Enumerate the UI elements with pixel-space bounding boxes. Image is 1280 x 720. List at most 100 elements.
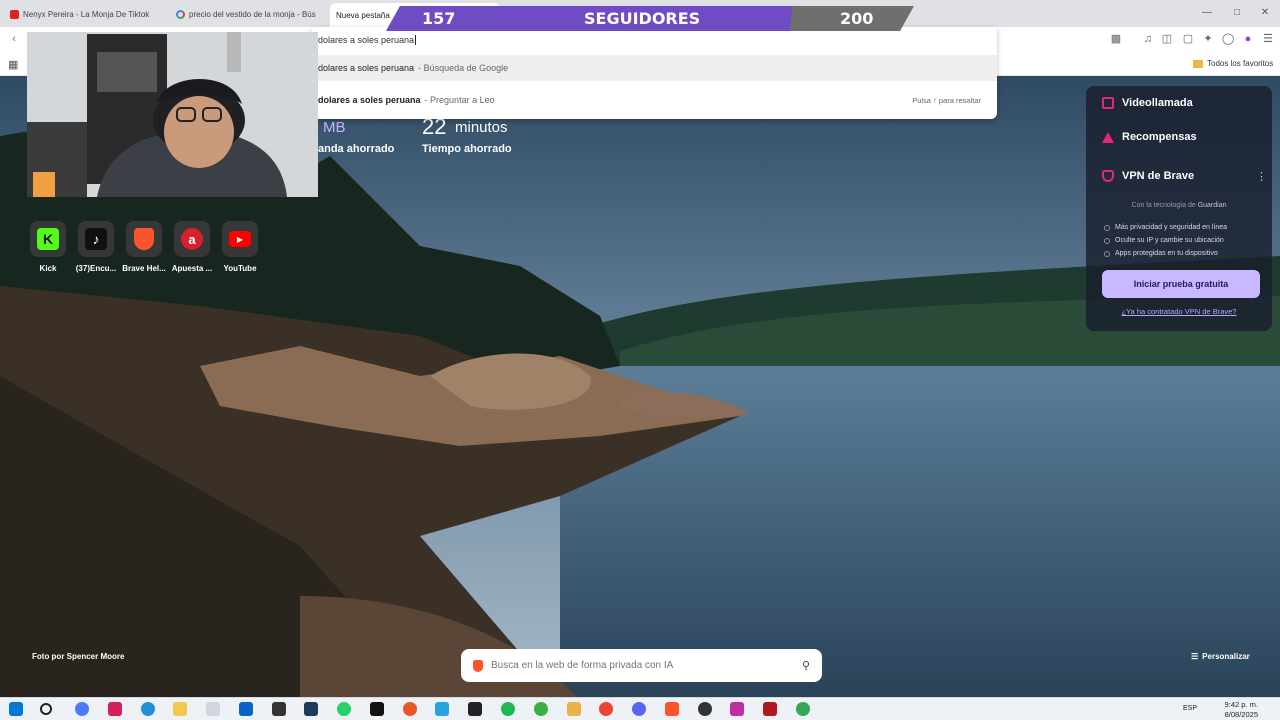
obs-icon[interactable] bbox=[272, 702, 286, 716]
clock-date: 8/08/2025 bbox=[1224, 710, 1258, 719]
suggestion-query: dolares a soles peruana bbox=[318, 63, 415, 73]
tab-title: precio del vestido de la monja - Bús bbox=[189, 9, 316, 19]
suggestion-google[interactable]: dolares a soles peruana - Búsqueda de Go… bbox=[312, 55, 997, 81]
sliders-icon: ☰ bbox=[1191, 652, 1199, 661]
search-icon[interactable]: ⚲ bbox=[802, 659, 810, 672]
capcut-icon[interactable] bbox=[370, 702, 384, 716]
terminal-icon[interactable] bbox=[468, 702, 482, 716]
omnibox-dropdown: dolares a soles peruana dolares a soles … bbox=[312, 27, 997, 119]
bandwidth-label: anda ahorrado bbox=[318, 143, 395, 155]
app-dark-icon[interactable] bbox=[698, 702, 712, 716]
top-site-label: Kick bbox=[39, 264, 57, 273]
app-green-icon[interactable] bbox=[534, 702, 548, 716]
all-bookmarks-folder[interactable]: Todos los favoritos bbox=[1193, 59, 1273, 68]
copilot-icon[interactable] bbox=[75, 702, 89, 716]
sidebar-icon[interactable]: ◫ bbox=[1161, 33, 1173, 45]
chrome-icon[interactable] bbox=[599, 702, 613, 716]
reader-icon[interactable]: ▩ bbox=[1110, 33, 1122, 45]
app-blue-icon[interactable] bbox=[435, 702, 449, 716]
more-options-icon[interactable]: ⋮ bbox=[1256, 170, 1267, 183]
search-icon[interactable] bbox=[40, 703, 52, 715]
all-bookmarks-label: Todos los favoritos bbox=[1207, 59, 1274, 68]
top-site-apuesta[interactable]: a Apuesta ... bbox=[168, 221, 216, 273]
shield-icon[interactable]: ◯ bbox=[1222, 33, 1234, 45]
omnibox-input[interactable]: dolares a soles peruana bbox=[318, 35, 417, 45]
steam-icon[interactable] bbox=[304, 702, 318, 716]
edge-icon[interactable] bbox=[141, 702, 155, 716]
rewards-triangle-icon bbox=[1102, 131, 1114, 143]
clock[interactable]: 9:42 p. m. 8/08/2025 bbox=[1225, 700, 1258, 720]
rewards-item[interactable]: Recompensas bbox=[1102, 131, 1197, 143]
already-subscribed-link[interactable]: ¿Ya ha contratado VPN de Brave? bbox=[1086, 307, 1272, 316]
clock-time: 9:42 p. m. bbox=[1224, 700, 1258, 709]
taskbar: ESP 9:42 p. m. 8/08/2025 bbox=[0, 697, 1280, 720]
discord-icon[interactable] bbox=[632, 702, 646, 716]
extensions-icon[interactable]: ✦ bbox=[1202, 33, 1214, 45]
spotify-icon[interactable] bbox=[501, 702, 515, 716]
brave-logo-icon bbox=[473, 659, 483, 672]
folder-icon bbox=[1193, 59, 1203, 68]
top-site-youtube[interactable]: ▶ YouTube bbox=[216, 221, 264, 273]
time-saved-label: Tiempo ahorrado bbox=[422, 143, 512, 155]
bandwidth-unit: MB bbox=[323, 119, 346, 136]
top-site-tiktok[interactable]: ♪ (37)Encu... bbox=[72, 221, 120, 273]
brave-icon bbox=[134, 228, 154, 250]
suggestion-suffix: - Búsqueda de Google bbox=[418, 63, 509, 73]
app-yellow-icon[interactable] bbox=[567, 702, 581, 716]
start-trial-button[interactable]: Iniciar prueba gratuita bbox=[1102, 270, 1260, 298]
suggestion-hint: Pulsa ↑ para resaltar bbox=[912, 95, 981, 105]
follower-label: SEGUIDORES bbox=[584, 9, 701, 28]
whatsapp-icon[interactable] bbox=[337, 702, 351, 716]
photo-credit[interactable]: Foto por Spencer Moore bbox=[32, 652, 124, 661]
top-site-kick[interactable]: K Kick bbox=[24, 221, 72, 273]
wallet-icon[interactable]: ▢ bbox=[1182, 33, 1194, 45]
language-indicator[interactable]: ESP bbox=[1183, 705, 1197, 712]
outlook-icon[interactable] bbox=[239, 702, 253, 716]
vpn-feature: Más privacidad y seguridad en línea bbox=[1104, 224, 1227, 231]
app-red-icon[interactable] bbox=[108, 702, 122, 716]
top-site-label: Apuesta ... bbox=[171, 264, 213, 273]
youtube-favicon-icon bbox=[10, 9, 19, 19]
suggestion-leo[interactable]: dolares a soles peruana - Preguntar a Le… bbox=[312, 87, 997, 113]
search-input[interactable] bbox=[491, 660, 794, 671]
time-saved-unit: minutos bbox=[455, 119, 508, 136]
apps-grid-icon[interactable]: ▦ bbox=[8, 58, 18, 71]
back-icon[interactable]: ‹ bbox=[8, 33, 20, 45]
customize-button[interactable]: ☰ Personalizar bbox=[1191, 652, 1250, 661]
file-explorer-icon[interactable] bbox=[173, 702, 187, 716]
follower-count: 157 bbox=[422, 9, 456, 28]
private-search-box[interactable]: ⚲ bbox=[461, 649, 822, 682]
vpn-tech-line: Con la tecnología de Guardian bbox=[1131, 202, 1227, 209]
tab-title: Nueva pestaña bbox=[336, 10, 390, 20]
maximize-icon[interactable]: □ bbox=[1229, 7, 1245, 18]
video-call-label: Videollamada bbox=[1122, 97, 1193, 109]
vpn-shield-icon bbox=[1102, 170, 1114, 182]
video-call-item[interactable]: Videollamada bbox=[1102, 97, 1193, 109]
origin-icon[interactable] bbox=[403, 702, 417, 716]
store-icon[interactable] bbox=[206, 702, 220, 716]
windows-start-icon[interactable] bbox=[9, 702, 23, 716]
vpn-item[interactable]: VPN de Brave bbox=[1102, 170, 1194, 182]
menu-icon[interactable]: ☰ bbox=[1262, 33, 1274, 45]
chrome-alt-icon[interactable] bbox=[796, 702, 810, 716]
vpn-feature: Apps protegidas en tu dispositivo bbox=[1104, 250, 1218, 257]
brave-taskbar-icon[interactable] bbox=[665, 702, 679, 716]
google-favicon-icon bbox=[176, 9, 185, 19]
video-camera-icon bbox=[1102, 97, 1114, 109]
music-icon[interactable]: ♫ bbox=[1142, 33, 1154, 45]
customize-label: Personalizar bbox=[1202, 652, 1250, 661]
leo-icon[interactable]: ● bbox=[1242, 33, 1254, 45]
app-darkred-icon[interactable] bbox=[763, 702, 777, 716]
tab-youtube[interactable]: Nenyx Pereira - La Monja De Tiktok bbox=[4, 4, 170, 24]
follower-goal-overlay: 157 SEGUIDORES 200 bbox=[386, 6, 914, 31]
follower-goal: 200 bbox=[840, 9, 874, 28]
kick-icon: K bbox=[37, 228, 59, 250]
close-icon[interactable]: ✕ bbox=[1257, 7, 1273, 18]
app-pink-icon[interactable] bbox=[730, 702, 744, 716]
tab-google-search[interactable]: precio del vestido de la monja - Bús bbox=[170, 4, 320, 24]
top-site-brave-help[interactable]: Brave Hel... bbox=[120, 221, 168, 273]
tiktok-icon: ♪ bbox=[85, 228, 107, 250]
rewards-label: Recompensas bbox=[1122, 131, 1197, 143]
suggestion-suffix: - Preguntar a Leo bbox=[424, 95, 495, 105]
minimize-icon[interactable]: — bbox=[1199, 7, 1215, 18]
